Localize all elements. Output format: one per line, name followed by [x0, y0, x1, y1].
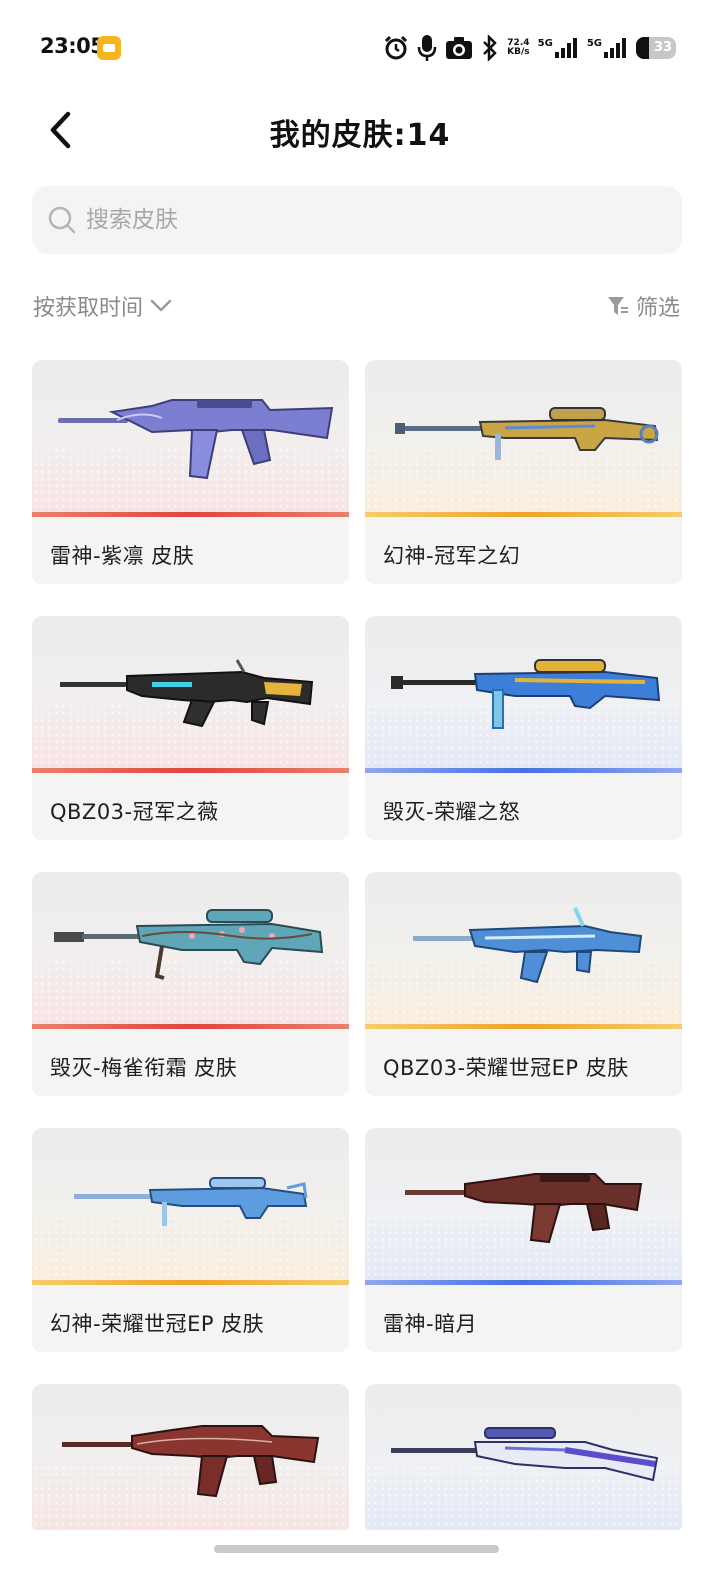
signal-1-label: 5G: [537, 38, 553, 49]
rarity-bar: [32, 768, 349, 773]
search-icon: [48, 206, 76, 234]
skin-image: [365, 1384, 682, 1534]
page-title: 我的皮肤:14: [269, 118, 451, 153]
rifle-image: [413, 907, 643, 984]
rarity-bar: [365, 1280, 682, 1285]
battery-fill: [636, 37, 649, 59]
skin-card[interactable]: 雷神-暗月: [365, 1128, 682, 1352]
sniper-rifle-image: [54, 909, 324, 980]
skin-image: [365, 616, 682, 773]
skin-card[interactable]: QBZ03-荣耀世冠EP 皮肤: [365, 872, 682, 1096]
sniper-rifle-image: [395, 407, 659, 460]
battery-level: 33: [653, 40, 673, 55]
rifle-image: [60, 659, 314, 728]
skin-card[interactable]: 毁灭-梅雀衔霜 皮肤: [32, 872, 349, 1096]
skin-card[interactable]: 幻神-荣耀世冠EP 皮肤: [32, 1128, 349, 1352]
signal-1: 5G: [538, 38, 579, 58]
chevron-down-icon: [150, 299, 172, 312]
sniper-rifle-image: [74, 1177, 308, 1226]
sniper-rifle-image: [391, 1427, 659, 1482]
rifle-image: [405, 1173, 643, 1244]
battery-icon: 33: [636, 37, 676, 59]
signal-bars-icon: [554, 38, 577, 58]
skin-name: 毁灭-荣耀之怒: [383, 800, 521, 824]
rifle-image: [62, 1425, 320, 1498]
network-speed-unit: KB/s: [507, 47, 530, 57]
signal-2: 5G: [587, 38, 628, 58]
skin-card[interactable]: QBZ03-冠军之薇: [32, 616, 349, 840]
alarm-icon: [385, 35, 408, 60]
sort-dropdown[interactable]: 按获取时间: [33, 290, 173, 322]
sort-label: 按获取时间: [33, 296, 144, 321]
skin-image: [32, 1384, 349, 1534]
bottom-fade: [0, 1530, 720, 1584]
network-speed: 72.4 KB/s: [507, 39, 529, 57]
skin-card[interactable]: [365, 1384, 682, 1534]
rifle-image: [58, 399, 334, 480]
skin-name: 幻神-荣耀世冠EP 皮肤: [50, 1312, 265, 1336]
filter-button[interactable]: 筛选: [606, 290, 680, 322]
skin-name: 幻神-冠军之幻: [383, 544, 521, 568]
skin-card[interactable]: 毁灭-荣耀之怒: [365, 616, 682, 840]
rarity-bar: [32, 1024, 349, 1029]
skin-name: 雷神-暗月: [383, 1312, 478, 1336]
skin-image: [365, 360, 682, 517]
skin-image: [365, 872, 682, 1029]
skin-name: 毁灭-梅雀衔霜 皮肤: [50, 1056, 238, 1080]
bluetooth-icon: [483, 35, 497, 61]
rarity-bar: [365, 512, 682, 517]
skin-card[interactable]: 幻神-冠军之幻: [365, 360, 682, 584]
search-input[interactable]: [84, 206, 648, 234]
sniper-rifle-image: [391, 659, 661, 729]
signal-2-label: 5G: [586, 38, 602, 49]
status-icons: 72.4 KB/s 5G 5G 33: [383, 34, 676, 62]
rarity-bar: [32, 1280, 349, 1285]
notification-app-icon: [97, 36, 121, 60]
skin-image: [32, 360, 349, 517]
rarity-bar: [365, 768, 682, 773]
filter-icon: [607, 297, 628, 315]
chevron-left-icon: [50, 111, 71, 149]
rarity-bar: [32, 512, 349, 517]
back-button[interactable]: [36, 106, 84, 154]
search-box[interactable]: [32, 186, 682, 254]
signal-bars-icon: [604, 38, 626, 58]
skin-card[interactable]: [32, 1384, 349, 1534]
skin-name: QBZ03-荣耀世冠EP 皮肤: [383, 1056, 629, 1080]
rarity-bar: [365, 1024, 682, 1029]
skin-image: [32, 1128, 349, 1285]
skin-grid: 雷神-紫凛 皮肤 幻神-冠军之幻 QBZ03-冠军之薇 毁灭-荣耀之怒 毁灭-梅…: [32, 360, 682, 1534]
status-time: 23:05: [40, 34, 105, 58]
skin-image: [32, 616, 349, 773]
skin-name: QBZ03-冠军之薇: [50, 800, 219, 824]
filter-label: 筛选: [635, 296, 680, 321]
home-indicator[interactable]: [214, 1545, 499, 1553]
skin-image: [32, 872, 349, 1029]
skin-image: [365, 1128, 682, 1285]
camera-icon: [446, 37, 473, 59]
skin-card[interactable]: 雷神-紫凛 皮肤: [32, 360, 349, 584]
microphone-icon: [417, 35, 437, 61]
status-bar: 23:05 72.4 KB/s 5G 5G 33: [0, 0, 720, 96]
skin-name: 雷神-紫凛 皮肤: [50, 544, 195, 568]
